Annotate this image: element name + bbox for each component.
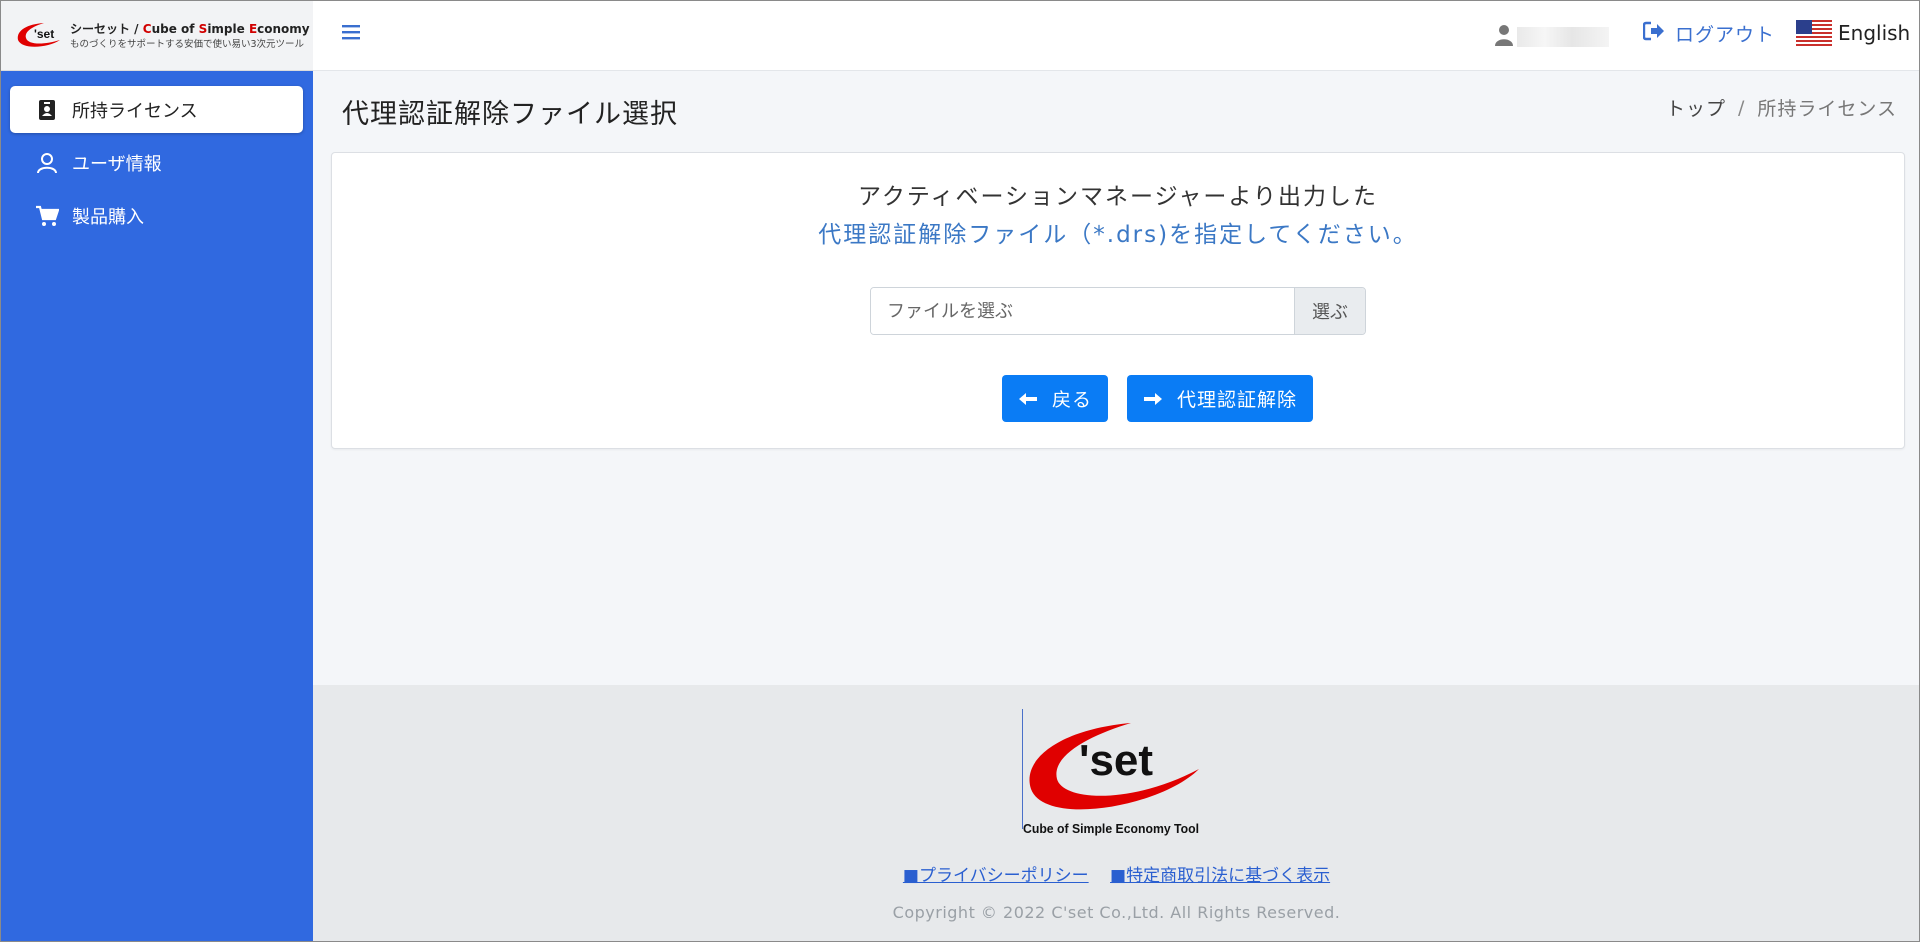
breadcrumb-separator: / <box>1737 96 1746 119</box>
user-name-redacted <box>1517 27 1609 47</box>
sidebar-item-user-info[interactable]: ユーザ情報 <box>10 139 303 186</box>
sidebar-item-purchase[interactable]: 製品購入 <box>10 192 303 239</box>
file-input-group: 選ぶ <box>870 287 1366 335</box>
user-icon <box>34 150 60 176</box>
back-button-label: 戻る <box>1051 389 1092 411</box>
us-flag-icon <box>1796 20 1832 46</box>
sign-out-icon <box>1642 21 1665 46</box>
language-switch[interactable]: English <box>1796 20 1910 46</box>
user-menu[interactable] <box>1495 24 1609 50</box>
id-badge-icon <box>34 97 60 123</box>
sidebar-item-licenses[interactable]: 所持ライセンス <box>10 86 303 133</box>
breadcrumb-current: 所持ライセンス <box>1757 98 1897 120</box>
hamburger-menu-icon[interactable] <box>341 22 363 44</box>
cset-logo: 'set <box>17 23 61 47</box>
instruction-line-1: アクティベーションマネージャーより出力した <box>858 184 1378 210</box>
release-button-label: 代理認証解除 <box>1176 389 1297 411</box>
brand-subtitle: ものづくりをサポートする安価で使い易い3次元ツール <box>70 39 305 50</box>
arrow-left-icon <box>1018 392 1037 405</box>
browse-button[interactable]: 選ぶ <box>1294 288 1365 334</box>
sidebar-nav: 所持ライセンス ユーザ情報 製品購入 <box>0 86 313 245</box>
commercial-transactions-link[interactable]: ■特定商取引法に基づく表示 <box>1110 866 1330 886</box>
file-path-input[interactable] <box>871 288 1294 334</box>
topbar: ログアウト English <box>313 0 1920 71</box>
sidebar-item-label: 製品購入 <box>72 206 144 228</box>
footer: 'set Cube of Simple Economy Tool ■プライバシー… <box>313 685 1920 942</box>
footer-links: ■プライバシーポリシー ■特定商取引法に基づく表示 <box>313 861 1920 886</box>
sidebar-item-label: 所持ライセンス <box>72 100 198 122</box>
page-title: 代理認証解除ファイル選択 <box>342 99 678 130</box>
cart-icon <box>34 203 60 229</box>
brand-logo-text: 'set <box>34 27 54 41</box>
logout-label: ログアウト <box>1675 24 1776 46</box>
footer-logo-text: 'set <box>1079 736 1153 785</box>
copyright-text: Copyright © 2022 C'set Co.,Ltd. All Righ… <box>892 903 1341 922</box>
sidebar-item-label: ユーザ情報 <box>72 153 162 175</box>
breadcrumb-home[interactable]: トップ <box>1666 94 1726 121</box>
brand-header[interactable]: 'set シーセット / Cube of Simple Economy Tool… <box>0 0 341 71</box>
user-avatar-icon <box>1495 24 1513 50</box>
sidebar: 'set シーセット / Cube of Simple Economy Tool… <box>0 0 341 942</box>
brand-title: シーセット / Cube of Simple Economy Tool <box>70 22 341 36</box>
release-proxy-auth-button[interactable]: 代理認証解除 <box>1127 375 1313 422</box>
back-button[interactable]: 戻る <box>1002 375 1108 422</box>
breadcrumb: トップ / 所持ライセンス <box>1666 94 1897 121</box>
footer-logo-caption: Cube of Simple Economy Tool <box>1023 821 1199 836</box>
privacy-policy-link[interactable]: ■プライバシーポリシー <box>903 866 1089 886</box>
arrow-right-icon <box>1143 392 1162 405</box>
language-label: English <box>1838 21 1911 45</box>
instruction-line-2: 代理認証解除ファイル（*.drs)を指定してください。 <box>818 222 1418 248</box>
footer-cset-logo: 'set Cube of Simple Economy Tool <box>1023 723 1199 836</box>
file-select-card: アクティベーションマネージャーより出力した 代理認証解除ファイル（*.drs)を… <box>331 152 1905 449</box>
logout-link[interactable]: ログアウト <box>1642 20 1776 47</box>
